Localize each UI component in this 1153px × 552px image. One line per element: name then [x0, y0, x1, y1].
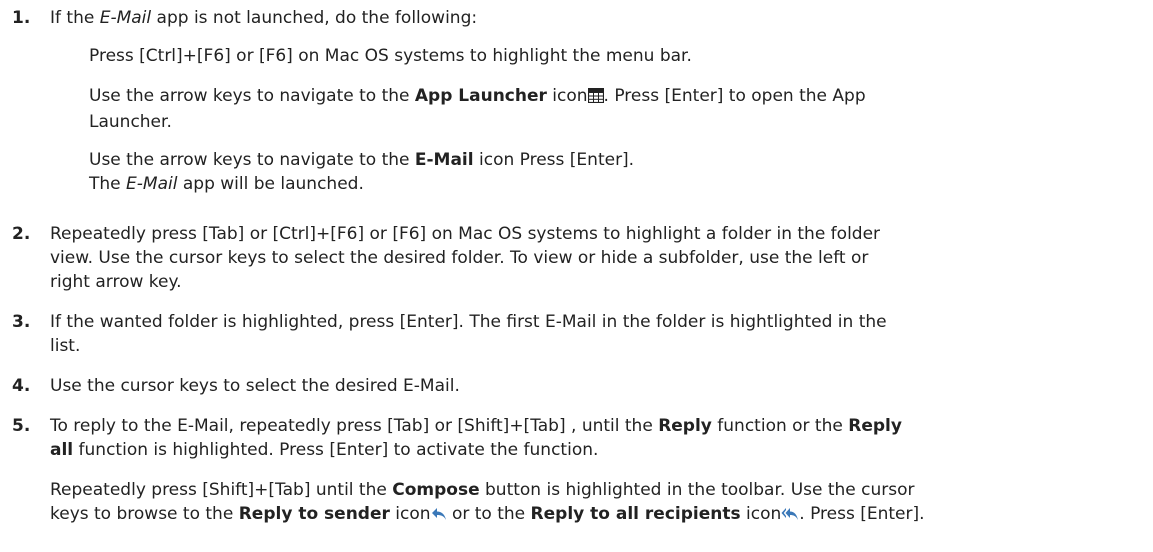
step-number: 4. — [12, 376, 31, 396]
step-text: If the E-Mail app is not launched, do th… — [50, 8, 478, 28]
step-text: If the wanted folder is highlighted, pre… — [50, 312, 887, 356]
step-number: 5. — [12, 416, 31, 436]
sub-instruction: Press [Ctrl]+[F6] or [F6] on Mac OS syst… — [89, 46, 692, 66]
sub-instruction: Use the arrow keys to navigate to the Ap… — [89, 86, 866, 132]
grid-icon — [587, 86, 604, 110]
step-text: Repeatedly press [Shift]+[Tab] until the… — [50, 478, 1150, 528]
step-number: 3. — [12, 312, 31, 332]
step-number: 1. — [12, 8, 31, 28]
app-name: E-Mail — [126, 174, 178, 194]
step-text: To reply to the E-Mail, repeatedly press… — [50, 416, 902, 460]
sub-instruction: The E-Mail app will be launched. — [89, 174, 364, 194]
reply-icon — [431, 504, 447, 528]
step-number: 2. — [12, 224, 31, 244]
sub-instruction: Use the arrow keys to navigate to the E-… — [89, 150, 635, 170]
step-text: Use the cursor keys to select the desire… — [50, 376, 460, 396]
app-name: E-Mail — [99, 8, 152, 28]
reply-all-icon — [781, 504, 799, 528]
step-text: Repeatedly press [Tab] or [Ctrl]+[F6] or… — [50, 224, 881, 292]
